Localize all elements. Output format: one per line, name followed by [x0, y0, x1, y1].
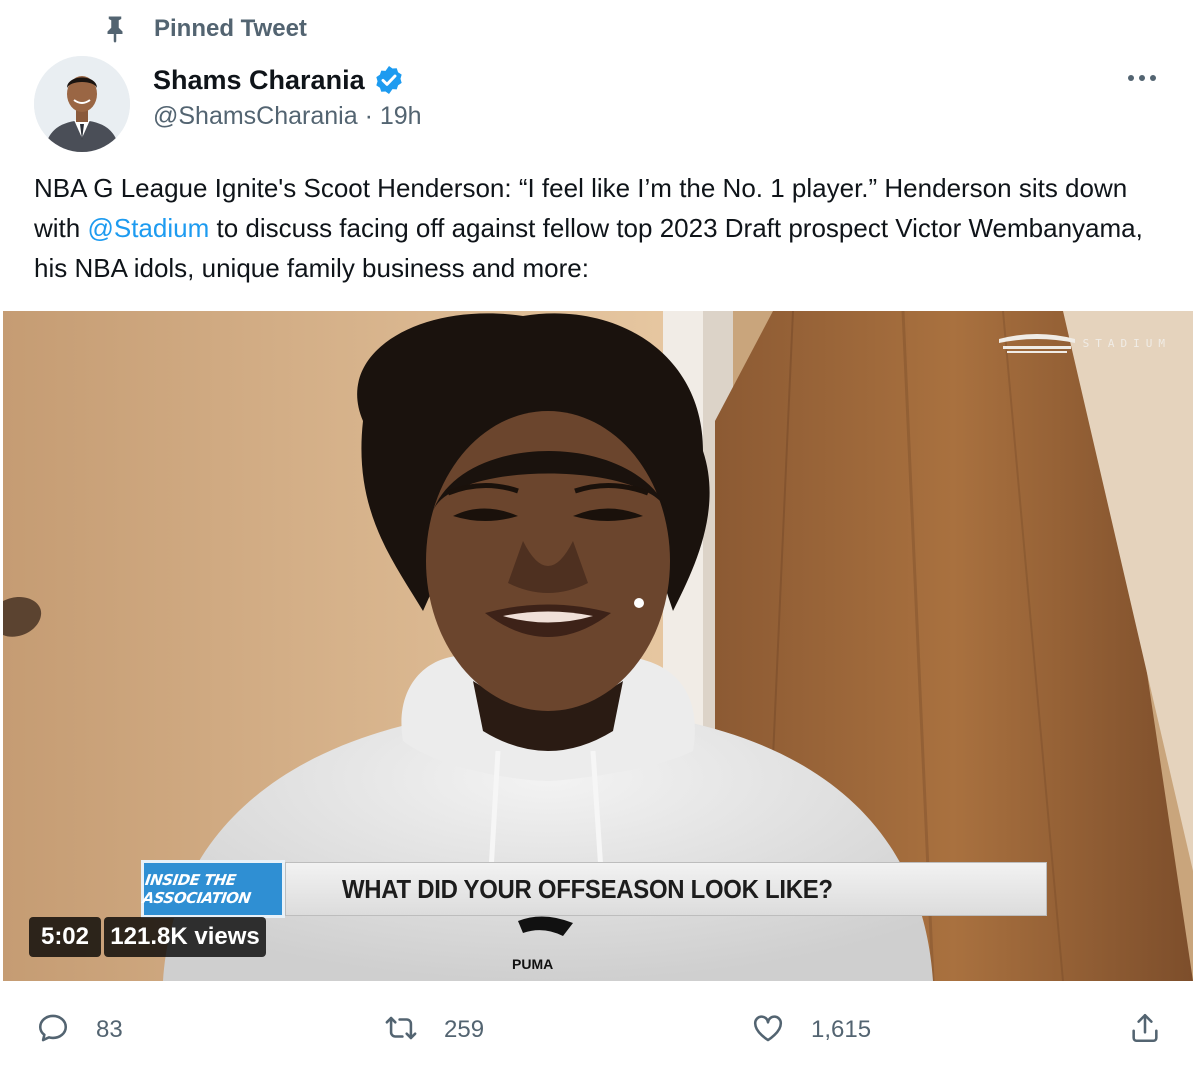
author-block: Shams Charania @ShamsCharania · 19h [153, 60, 422, 131]
pinned-label: Pinned Tweet [154, 15, 307, 42]
reply-icon [36, 1011, 70, 1050]
stadium-logo-icon [998, 334, 1075, 353]
like-button[interactable]: 1,615 [751, 1010, 871, 1050]
verified-badge-icon [373, 64, 405, 96]
pin-icon [100, 14, 130, 44]
tweet-timestamp[interactable]: 19h [380, 102, 422, 130]
lower-third-bar: WHAT DID YOUR OFFSEASON LOOK LIKE? [285, 862, 1047, 916]
reply-button[interactable]: 83 [36, 1010, 123, 1050]
lower-third-question: WHAT DID YOUR OFFSEASON LOOK LIKE? [342, 873, 833, 904]
mention-link[interactable]: @Stadium [87, 213, 209, 243]
lower-third-graphic: INSIDE THE ASSOCIATION WHAT DID YOUR OFF… [141, 860, 1047, 918]
tweet-text: NBA G League Ignite's Scoot Henderson: “… [34, 168, 1174, 288]
share-button[interactable] [1128, 1010, 1162, 1050]
author-meta: @ShamsCharania · 19h [153, 102, 422, 131]
retweet-count: 259 [444, 1016, 485, 1043]
show-badge-text: INSIDE THE ASSOCIATION [141, 871, 252, 907]
video-duration: 5:02 [29, 917, 101, 957]
like-count: 1,615 [811, 1016, 872, 1043]
reply-count: 83 [96, 1016, 123, 1043]
tweet-action-bar: 83 259 1,615 [0, 996, 1196, 1062]
heart-icon [751, 1011, 785, 1050]
retweet-button[interactable]: 259 [384, 1010, 484, 1050]
retweet-icon [384, 1011, 418, 1050]
stadium-watermark: STADIUM [997, 331, 1171, 355]
pinned-tweet-indicator: Pinned Tweet [100, 12, 307, 46]
meta-separator: · [364, 102, 373, 130]
more-options-button[interactable] [1124, 66, 1160, 90]
author-name[interactable]: Shams Charania [153, 65, 365, 96]
video-player[interactable]: PUMA STADIUM INSIDE THE ASSOCIATION WHAT… [3, 311, 1193, 981]
author-avatar[interactable] [34, 56, 130, 152]
share-icon [1128, 1011, 1162, 1050]
show-badge: INSIDE THE ASSOCIATION [141, 860, 285, 918]
shirt-logo: PUMA [512, 956, 553, 972]
stadium-watermark-text: STADIUM [1082, 336, 1171, 350]
author-handle[interactable]: @ShamsCharania [153, 102, 358, 130]
video-view-count: 121.8K views [104, 917, 266, 957]
more-options-icon [1128, 75, 1156, 81]
